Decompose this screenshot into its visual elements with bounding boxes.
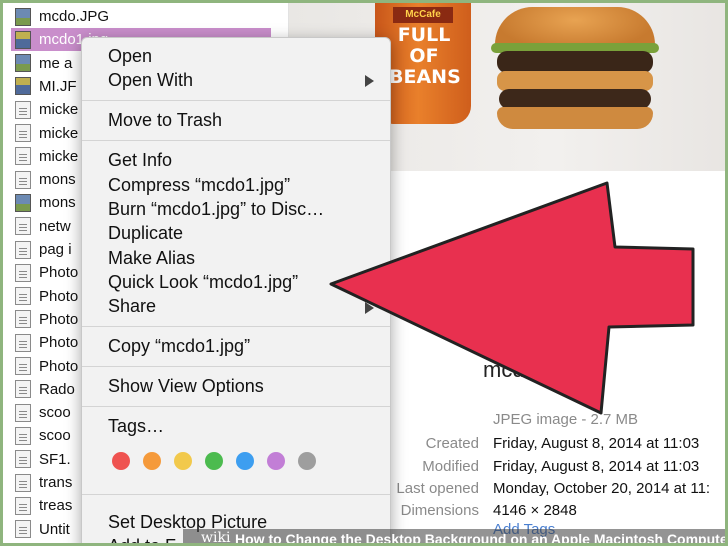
red-pointer-arrow-icon — [329, 181, 695, 415]
screenshot-frame: mcdo.JPG mcdo1.jpg me a MI.JF micke micke mick… — [0, 0, 728, 546]
arrow-shape — [329, 181, 695, 415]
wiki-logo: wiki — [201, 530, 231, 546]
caption-text: How to Change the Desktop Background on … — [235, 531, 728, 546]
